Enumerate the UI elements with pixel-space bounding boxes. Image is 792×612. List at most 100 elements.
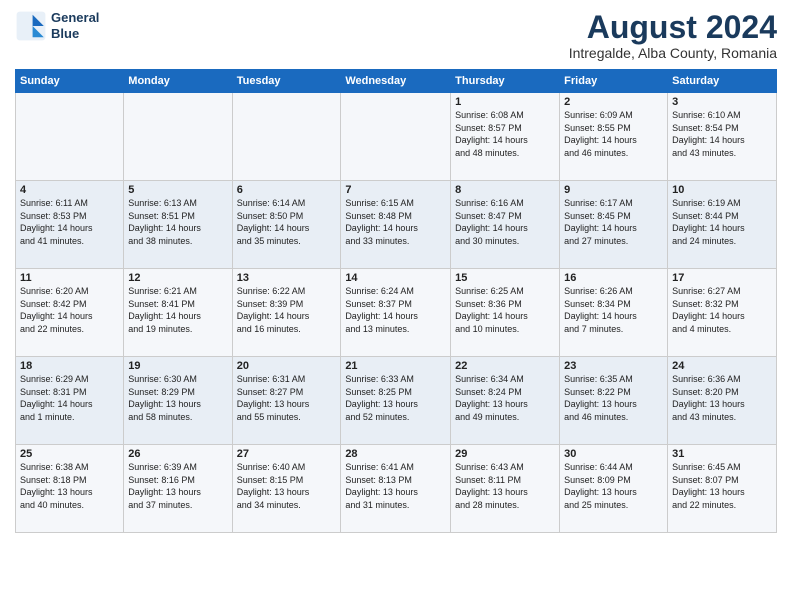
day-info: Sunrise: 6:30 AM Sunset: 8:29 PM Dayligh… xyxy=(128,373,227,423)
day-number: 13 xyxy=(237,272,337,284)
day-info: Sunrise: 6:43 AM Sunset: 8:11 PM Dayligh… xyxy=(455,461,555,511)
day-number: 23 xyxy=(564,360,663,372)
day-info: Sunrise: 6:40 AM Sunset: 8:15 PM Dayligh… xyxy=(237,461,337,511)
page: General Blue August 2024 Intregalde, Alb… xyxy=(0,0,792,612)
weekday-header: Wednesday xyxy=(341,70,451,93)
calendar-week-row: 18Sunrise: 6:29 AM Sunset: 8:31 PM Dayli… xyxy=(16,357,777,445)
calendar-cell: 26Sunrise: 6:39 AM Sunset: 8:16 PM Dayli… xyxy=(124,445,232,533)
calendar-cell: 16Sunrise: 6:26 AM Sunset: 8:34 PM Dayli… xyxy=(560,269,668,357)
logo-icon xyxy=(15,10,47,42)
weekday-header: Thursday xyxy=(451,70,560,93)
day-number: 17 xyxy=(672,272,772,284)
calendar-cell: 3Sunrise: 6:10 AM Sunset: 8:54 PM Daylig… xyxy=(668,93,777,181)
logo-line2: Blue xyxy=(51,26,99,42)
calendar-cell xyxy=(16,93,124,181)
day-info: Sunrise: 6:09 AM Sunset: 8:55 PM Dayligh… xyxy=(564,109,663,159)
day-info: Sunrise: 6:13 AM Sunset: 8:51 PM Dayligh… xyxy=(128,197,227,247)
day-number: 24 xyxy=(672,360,772,372)
calendar-week-row: 11Sunrise: 6:20 AM Sunset: 8:42 PM Dayli… xyxy=(16,269,777,357)
title-block: August 2024 Intregalde, Alba County, Rom… xyxy=(569,10,777,61)
day-info: Sunrise: 6:27 AM Sunset: 8:32 PM Dayligh… xyxy=(672,285,772,335)
day-number: 8 xyxy=(455,184,555,196)
day-info: Sunrise: 6:15 AM Sunset: 8:48 PM Dayligh… xyxy=(345,197,446,247)
logo-text: General Blue xyxy=(51,10,99,41)
day-info: Sunrise: 6:33 AM Sunset: 8:25 PM Dayligh… xyxy=(345,373,446,423)
weekday-header: Monday xyxy=(124,70,232,93)
day-number: 20 xyxy=(237,360,337,372)
day-number: 2 xyxy=(564,96,663,108)
day-number: 5 xyxy=(128,184,227,196)
day-info: Sunrise: 6:38 AM Sunset: 8:18 PM Dayligh… xyxy=(20,461,119,511)
calendar-cell: 22Sunrise: 6:34 AM Sunset: 8:24 PM Dayli… xyxy=(451,357,560,445)
day-info: Sunrise: 6:19 AM Sunset: 8:44 PM Dayligh… xyxy=(672,197,772,247)
day-number: 26 xyxy=(128,448,227,460)
day-info: Sunrise: 6:10 AM Sunset: 8:54 PM Dayligh… xyxy=(672,109,772,159)
day-info: Sunrise: 6:24 AM Sunset: 8:37 PM Dayligh… xyxy=(345,285,446,335)
day-number: 18 xyxy=(20,360,119,372)
calendar-cell: 15Sunrise: 6:25 AM Sunset: 8:36 PM Dayli… xyxy=(451,269,560,357)
calendar-week-row: 4Sunrise: 6:11 AM Sunset: 8:53 PM Daylig… xyxy=(16,181,777,269)
calendar-cell xyxy=(124,93,232,181)
day-number: 15 xyxy=(455,272,555,284)
calendar-week-row: 1Sunrise: 6:08 AM Sunset: 8:57 PM Daylig… xyxy=(16,93,777,181)
calendar-cell: 13Sunrise: 6:22 AM Sunset: 8:39 PM Dayli… xyxy=(232,269,341,357)
day-info: Sunrise: 6:21 AM Sunset: 8:41 PM Dayligh… xyxy=(128,285,227,335)
day-number: 4 xyxy=(20,184,119,196)
day-info: Sunrise: 6:25 AM Sunset: 8:36 PM Dayligh… xyxy=(455,285,555,335)
day-info: Sunrise: 6:11 AM Sunset: 8:53 PM Dayligh… xyxy=(20,197,119,247)
calendar-cell: 30Sunrise: 6:44 AM Sunset: 8:09 PM Dayli… xyxy=(560,445,668,533)
day-info: Sunrise: 6:26 AM Sunset: 8:34 PM Dayligh… xyxy=(564,285,663,335)
calendar-table: SundayMondayTuesdayWednesdayThursdayFrid… xyxy=(15,69,777,533)
calendar-cell: 2Sunrise: 6:09 AM Sunset: 8:55 PM Daylig… xyxy=(560,93,668,181)
calendar-cell xyxy=(232,93,341,181)
day-info: Sunrise: 6:31 AM Sunset: 8:27 PM Dayligh… xyxy=(237,373,337,423)
day-number: 22 xyxy=(455,360,555,372)
calendar-cell: 5Sunrise: 6:13 AM Sunset: 8:51 PM Daylig… xyxy=(124,181,232,269)
day-number: 12 xyxy=(128,272,227,284)
day-number: 3 xyxy=(672,96,772,108)
calendar-cell: 19Sunrise: 6:30 AM Sunset: 8:29 PM Dayli… xyxy=(124,357,232,445)
day-info: Sunrise: 6:34 AM Sunset: 8:24 PM Dayligh… xyxy=(455,373,555,423)
calendar-cell: 17Sunrise: 6:27 AM Sunset: 8:32 PM Dayli… xyxy=(668,269,777,357)
calendar-cell: 21Sunrise: 6:33 AM Sunset: 8:25 PM Dayli… xyxy=(341,357,451,445)
day-number: 16 xyxy=(564,272,663,284)
calendar-cell: 12Sunrise: 6:21 AM Sunset: 8:41 PM Dayli… xyxy=(124,269,232,357)
day-number: 1 xyxy=(455,96,555,108)
calendar-cell: 6Sunrise: 6:14 AM Sunset: 8:50 PM Daylig… xyxy=(232,181,341,269)
calendar-cell: 1Sunrise: 6:08 AM Sunset: 8:57 PM Daylig… xyxy=(451,93,560,181)
weekday-header: Saturday xyxy=(668,70,777,93)
day-info: Sunrise: 6:22 AM Sunset: 8:39 PM Dayligh… xyxy=(237,285,337,335)
day-info: Sunrise: 6:35 AM Sunset: 8:22 PM Dayligh… xyxy=(564,373,663,423)
day-info: Sunrise: 6:14 AM Sunset: 8:50 PM Dayligh… xyxy=(237,197,337,247)
calendar-header-row: SundayMondayTuesdayWednesdayThursdayFrid… xyxy=(16,70,777,93)
day-info: Sunrise: 6:16 AM Sunset: 8:47 PM Dayligh… xyxy=(455,197,555,247)
calendar-cell: 11Sunrise: 6:20 AM Sunset: 8:42 PM Dayli… xyxy=(16,269,124,357)
day-number: 11 xyxy=(20,272,119,284)
day-number: 31 xyxy=(672,448,772,460)
calendar-cell: 28Sunrise: 6:41 AM Sunset: 8:13 PM Dayli… xyxy=(341,445,451,533)
subtitle: Intregalde, Alba County, Romania xyxy=(569,45,777,61)
calendar-cell: 10Sunrise: 6:19 AM Sunset: 8:44 PM Dayli… xyxy=(668,181,777,269)
weekday-header: Friday xyxy=(560,70,668,93)
day-info: Sunrise: 6:36 AM Sunset: 8:20 PM Dayligh… xyxy=(672,373,772,423)
day-number: 7 xyxy=(345,184,446,196)
day-number: 29 xyxy=(455,448,555,460)
day-number: 30 xyxy=(564,448,663,460)
day-number: 10 xyxy=(672,184,772,196)
logo: General Blue xyxy=(15,10,99,42)
calendar-cell: 23Sunrise: 6:35 AM Sunset: 8:22 PM Dayli… xyxy=(560,357,668,445)
day-number: 19 xyxy=(128,360,227,372)
day-info: Sunrise: 6:45 AM Sunset: 8:07 PM Dayligh… xyxy=(672,461,772,511)
calendar-cell: 31Sunrise: 6:45 AM Sunset: 8:07 PM Dayli… xyxy=(668,445,777,533)
calendar-cell: 27Sunrise: 6:40 AM Sunset: 8:15 PM Dayli… xyxy=(232,445,341,533)
calendar-cell: 29Sunrise: 6:43 AM Sunset: 8:11 PM Dayli… xyxy=(451,445,560,533)
main-title: August 2024 xyxy=(569,10,777,45)
day-number: 14 xyxy=(345,272,446,284)
weekday-header: Sunday xyxy=(16,70,124,93)
calendar-cell: 18Sunrise: 6:29 AM Sunset: 8:31 PM Dayli… xyxy=(16,357,124,445)
day-info: Sunrise: 6:29 AM Sunset: 8:31 PM Dayligh… xyxy=(20,373,119,423)
calendar-cell xyxy=(341,93,451,181)
day-info: Sunrise: 6:41 AM Sunset: 8:13 PM Dayligh… xyxy=(345,461,446,511)
calendar-cell: 4Sunrise: 6:11 AM Sunset: 8:53 PM Daylig… xyxy=(16,181,124,269)
day-info: Sunrise: 6:20 AM Sunset: 8:42 PM Dayligh… xyxy=(20,285,119,335)
